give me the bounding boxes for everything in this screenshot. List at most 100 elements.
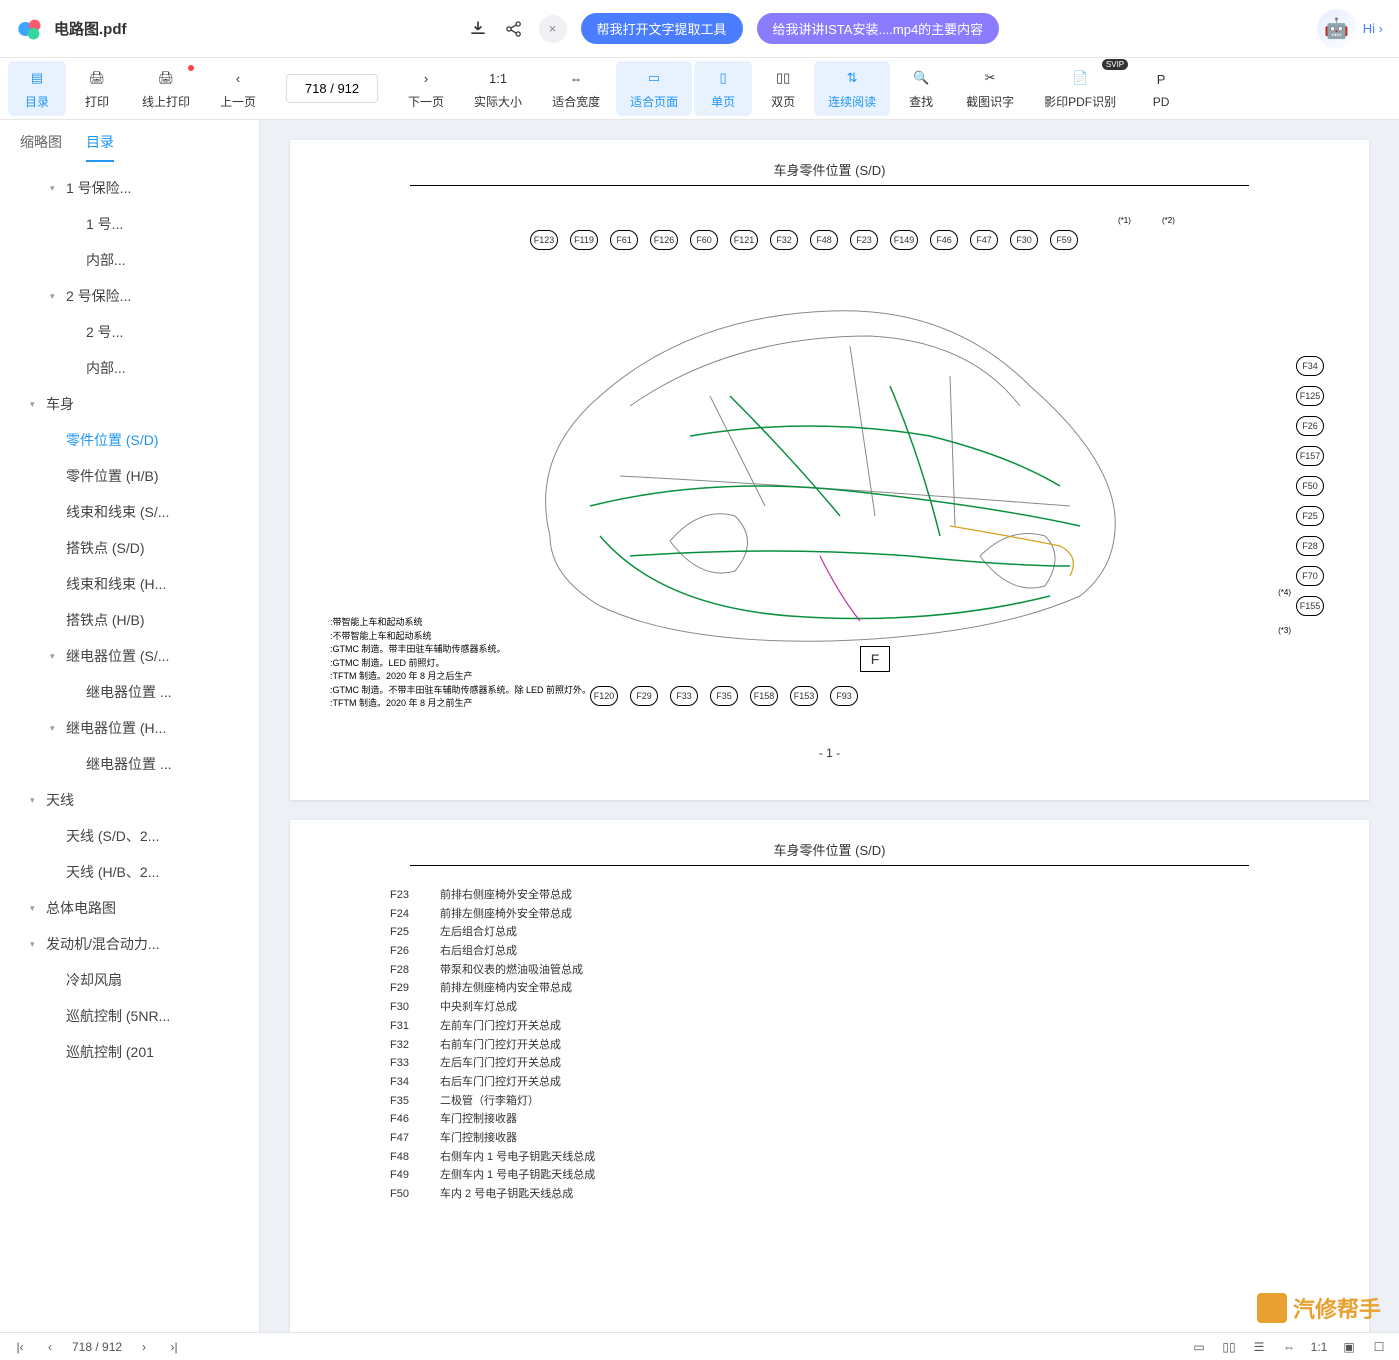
tree-item[interactable]: ▾继电器位置 (H... xyxy=(0,710,259,746)
watermark: 汽修帮手 xyxy=(1257,1292,1381,1324)
tree-item[interactable]: 搭铁点 (H/B) xyxy=(0,602,259,638)
download-icon[interactable] xyxy=(467,18,489,40)
toolbar-适合页面[interactable]: ▭适合页面 xyxy=(616,61,692,116)
next-page-icon[interactable]: › xyxy=(136,1339,152,1355)
connector-label: F23 xyxy=(850,230,878,250)
tree-item[interactable]: 零件位置 (H/B) xyxy=(0,458,259,494)
wiring-diagram: :带智能上车和起动系统:不带智能上车和起动系统:GTMC 制造。带丰田驻车辅助传… xyxy=(330,196,1329,736)
outline-tree: ▾1 号保险...1 号...内部...▾2 号保险...2 号...内部...… xyxy=(0,162,259,1078)
connector-label: F29 xyxy=(630,686,658,706)
tree-item[interactable]: 冷却风扇 xyxy=(0,962,259,998)
connector-label: F93 xyxy=(830,686,858,706)
connector-label: F59 xyxy=(1050,230,1078,250)
connector-label: F46 xyxy=(930,230,958,250)
ai-suggestion-2[interactable]: 给我讲讲ISTA安装....mp4的主要内容 xyxy=(757,13,1000,44)
parts-row: F29前排左侧座椅内安全带总成 xyxy=(390,979,1329,998)
two-page-view-icon[interactable]: ▯▯ xyxy=(1221,1339,1237,1355)
tree-item[interactable]: ▾车身 xyxy=(0,386,259,422)
tab-outline[interactable]: 目录 xyxy=(86,132,114,162)
tree-item[interactable]: 继电器位置 ... xyxy=(0,746,259,782)
first-page-icon[interactable]: |‹ xyxy=(12,1339,28,1355)
tree-item[interactable]: 继电器位置 ... xyxy=(0,674,259,710)
page2-title: 车身零件位置 (S/D) xyxy=(410,840,1249,866)
tree-item[interactable]: ▾发动机/混合动力... xyxy=(0,926,259,962)
toolbar-icon: ⇅ xyxy=(840,67,864,89)
parts-row: F30中央刹车灯总成 xyxy=(390,998,1329,1017)
tree-item[interactable]: 线束和线束 (S/... xyxy=(0,494,259,530)
share-icon[interactable] xyxy=(503,18,525,40)
tree-item[interactable]: 内部... xyxy=(0,350,259,386)
ai-suggestion-1[interactable]: 帮我打开文字提取工具 xyxy=(581,13,743,44)
parts-row: F25左后组合灯总成 xyxy=(390,923,1329,942)
tree-item[interactable]: 内部... xyxy=(0,242,259,278)
document-filename: 电路图.pdf xyxy=(54,18,127,39)
sidebar-tabs: 缩略图 目录 xyxy=(0,120,259,162)
page-display-bottom: 718 / 912 xyxy=(72,1340,122,1354)
connector-label: F120 xyxy=(590,686,618,706)
toolbar-下一页[interactable]: ›下一页 xyxy=(394,61,458,116)
footnote-tag: (*3) xyxy=(1278,626,1291,635)
pdf-page-1: 车身零件位置 (S/D) xyxy=(290,140,1369,800)
tree-item[interactable]: 天线 (S/D、2... xyxy=(0,818,259,854)
parts-row: F32右前车门门控灯开关总成 xyxy=(390,1036,1329,1055)
toolbar-label: 适合页面 xyxy=(630,93,678,110)
toolbar-影印PDF识别[interactable]: 📄影印PDF识别SVIP xyxy=(1030,61,1130,116)
prev-page-icon[interactable]: ‹ xyxy=(42,1339,58,1355)
tree-item[interactable]: ▾总体电路图 xyxy=(0,890,259,926)
tree-item[interactable]: 搭铁点 (S/D) xyxy=(0,530,259,566)
tree-item[interactable]: ▾2 号保险... xyxy=(0,278,259,314)
toolbar-label: 目录 xyxy=(25,93,49,110)
toolbar-icon: ✂ xyxy=(978,67,1002,89)
tree-item[interactable]: 天线 (H/B、2... xyxy=(0,854,259,890)
last-page-icon[interactable]: ›| xyxy=(166,1339,182,1355)
tree-item[interactable]: 巡航控制 (5NR... xyxy=(0,998,259,1034)
toolbar-icon: ▯▯ xyxy=(771,67,795,89)
fit-width-icon[interactable]: ⇔ xyxy=(1281,1339,1297,1355)
tab-thumbnail[interactable]: 缩略图 xyxy=(20,132,62,162)
connector-label: F32 xyxy=(770,230,798,250)
toolbar-截图识字[interactable]: ✂截图识字 xyxy=(952,61,1028,116)
single-page-view-icon[interactable]: ▭ xyxy=(1191,1339,1207,1355)
actual-size-icon[interactable]: 1:1 xyxy=(1311,1339,1327,1355)
toolbar-实际大小[interactable]: 1:1实际大小 xyxy=(460,61,536,116)
toolbar-单页[interactable]: ▯单页 xyxy=(694,61,752,116)
tree-item[interactable]: 零件位置 (S/D) xyxy=(0,422,259,458)
connector-label: F30 xyxy=(1010,230,1038,250)
toolbar-适合宽度[interactable]: ⇔适合宽度 xyxy=(538,61,614,116)
connector-label: F125 xyxy=(1296,386,1324,406)
tree-item[interactable]: ▾1 号保险... xyxy=(0,170,259,206)
toolbar-icon: ⇔ xyxy=(564,67,588,89)
toolbar-label: PD xyxy=(1153,95,1170,109)
tree-item[interactable]: 1 号... xyxy=(0,206,259,242)
toolbar-连续阅读[interactable]: ⇅ 连续阅读 xyxy=(814,61,890,116)
tree-item[interactable]: ▾天线 xyxy=(0,782,259,818)
view-mode-icon[interactable]: ☐ xyxy=(1371,1339,1387,1355)
toolbar-icon: 🖨 xyxy=(154,67,178,89)
parts-row: F28带泵和仪表的燃油吸油管总成 xyxy=(390,961,1329,980)
user-badge[interactable]: 🤖 Hi › xyxy=(1317,9,1383,49)
page-input[interactable] xyxy=(286,74,378,103)
sidebar: 缩略图 目录 ▾1 号保险...1 号...内部...▾2 号保险...2 号.… xyxy=(0,120,260,1332)
toolbar-目录[interactable]: ▤目录 xyxy=(8,61,66,116)
parts-row: F46车门控制接收器 xyxy=(390,1110,1329,1129)
tree-item[interactable]: 2 号... xyxy=(0,314,259,350)
toolbar-双页[interactable]: ▯▯双页 xyxy=(754,61,812,116)
tree-item[interactable]: 巡航控制 (201 xyxy=(0,1034,259,1070)
tree-item[interactable]: ▾继电器位置 (S/... xyxy=(0,638,259,674)
connector-label: F33 xyxy=(670,686,698,706)
fit-page-icon[interactable]: ▣ xyxy=(1341,1339,1357,1355)
connector-label: F158 xyxy=(750,686,778,706)
toolbar-label: 连续阅读 xyxy=(828,93,876,110)
close-suggestion-button[interactable]: × xyxy=(539,15,567,43)
continuous-view-icon[interactable]: ☰ xyxy=(1251,1339,1267,1355)
toolbar-PD[interactable]: PPD xyxy=(1132,63,1190,115)
tree-item[interactable]: 线束和线束 (H... xyxy=(0,566,259,602)
connector-label: F28 xyxy=(1296,536,1324,556)
header-bar: 电路图.pdf × 帮我打开文字提取工具 给我讲讲ISTA安装....mp4的主… xyxy=(0,0,1399,58)
toolbar-线上打印[interactable]: 🖨线上打印 xyxy=(128,61,204,116)
toolbar-打印[interactable]: 🖨打印 xyxy=(68,61,126,116)
toolbar-查找[interactable]: 🔍查找 xyxy=(892,61,950,116)
toolbar-上一页[interactable]: ‹上一页 xyxy=(206,61,270,116)
document-canvas[interactable]: 车身零件位置 (S/D) xyxy=(260,120,1399,1332)
footnote-tag: (*1) xyxy=(1118,216,1131,225)
